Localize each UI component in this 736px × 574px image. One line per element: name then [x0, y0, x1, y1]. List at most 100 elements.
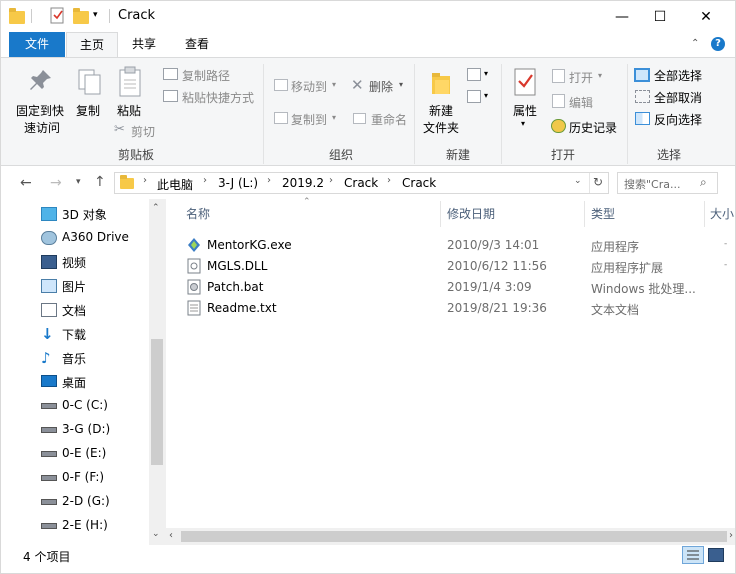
file-row[interactable]: Readme.txt 2019/8/21 19:36 文本文档: [181, 298, 721, 319]
tab-home[interactable]: 主页: [66, 32, 118, 58]
delete-button[interactable]: 删除: [369, 78, 393, 95]
open-dropdown-icon[interactable]: ▾: [598, 71, 602, 80]
scroll-right-icon[interactable]: ›: [729, 530, 733, 541]
invert-selection-button[interactable]: 反向选择: [654, 111, 702, 128]
nav-item-drive-g[interactable]: 2-D (G:): [1, 490, 149, 514]
column-header-date[interactable]: 修改日期: [447, 205, 495, 222]
help-icon[interactable]: ?: [711, 37, 725, 51]
pin-quick-access-label-2[interactable]: 速访问: [24, 119, 60, 136]
breadcrumb-chevron-icon[interactable]: ›: [203, 175, 207, 186]
column-header-type[interactable]: 类型: [591, 205, 615, 222]
breadcrumb-drive[interactable]: 3-J (L:): [218, 176, 258, 190]
maximize-button[interactable]: ☐: [637, 1, 683, 32]
nav-item-a360[interactable]: A360 Drive: [1, 226, 149, 250]
easy-access-dropdown-icon[interactable]: ▾: [484, 91, 488, 100]
file-row[interactable]: Patch.bat 2019/1/4 3:09 Windows 批处理...: [181, 277, 721, 298]
breadcrumb-chevron-icon[interactable]: ›: [267, 175, 271, 186]
search-input[interactable]: 搜索"Cra... ⌕: [617, 172, 718, 194]
nav-scrollbar-thumb[interactable]: [151, 339, 163, 465]
move-to-button[interactable]: 移动到: [291, 78, 327, 95]
nav-item-drive-e[interactable]: 0-E (E:): [1, 442, 149, 466]
select-all-icon: [634, 68, 650, 82]
column-header-name[interactable]: 名称: [186, 205, 210, 222]
cut-button[interactable]: 剪切: [131, 123, 155, 140]
column-header-size[interactable]: 大小: [710, 205, 734, 222]
properties-quick-icon[interactable]: [49, 7, 65, 25]
forward-arrow-icon[interactable]: →: [50, 175, 62, 191]
customize-quick-access-icon[interactable]: ▾: [93, 10, 98, 20]
nav-item-videos[interactable]: 视频: [1, 250, 149, 274]
copy-button[interactable]: 复制: [76, 102, 100, 119]
details-view-icon[interactable]: [682, 546, 704, 564]
nav-item-desktop[interactable]: 桌面: [1, 370, 149, 394]
column-separator[interactable]: [584, 201, 585, 227]
select-none-button[interactable]: 全部取消: [654, 89, 702, 106]
select-all-button[interactable]: 全部选择: [654, 67, 702, 84]
new-item-dropdown-icon[interactable]: ▾: [484, 69, 488, 78]
column-separator[interactable]: [440, 201, 441, 227]
nav-item-label: 文档: [62, 304, 87, 318]
properties-dropdown-icon[interactable]: ▾: [521, 119, 525, 128]
move-to-dropdown-icon[interactable]: ▾: [332, 80, 336, 89]
nav-item-3d-objects[interactable]: 3D 对象: [1, 202, 149, 226]
tab-file[interactable]: 文件: [9, 32, 65, 57]
recent-locations-icon[interactable]: ▾: [76, 177, 81, 187]
documents-icon: [41, 303, 57, 317]
new-item-icon[interactable]: [467, 68, 481, 81]
history-button[interactable]: 历史记录: [569, 119, 617, 136]
large-icons-view-icon[interactable]: [708, 548, 724, 562]
horizontal-scrollbar-thumb[interactable]: [181, 531, 727, 542]
copy-path-button[interactable]: 复制路径: [182, 67, 230, 84]
new-folder-label-2[interactable]: 文件夹: [423, 119, 459, 136]
move-to-icon: [274, 79, 288, 91]
rename-button[interactable]: 重命名: [371, 111, 407, 128]
column-separator[interactable]: [704, 201, 705, 227]
delete-dropdown-icon[interactable]: ▾: [399, 80, 403, 89]
breadcrumb-chevron-icon[interactable]: ›: [329, 175, 333, 186]
pin-quick-access-label-1[interactable]: 固定到快: [16, 102, 64, 119]
file-row[interactable]: MGLS.DLL 2010/6/12 11:56 应用程序扩展: [181, 256, 721, 277]
open-button[interactable]: 打开: [569, 69, 593, 86]
nav-item-documents[interactable]: 文档: [1, 298, 149, 322]
drive-icon: [41, 451, 57, 457]
scroll-left-icon[interactable]: ‹: [169, 530, 173, 541]
breadcrumb-folder-2019[interactable]: 2019.2: [282, 176, 324, 190]
nav-item-pictures[interactable]: 图片: [1, 274, 149, 298]
breadcrumb-this-pc[interactable]: 此电脑: [157, 176, 193, 193]
scroll-up-icon[interactable]: ⌃: [152, 203, 160, 213]
new-folder-label-1[interactable]: 新建: [429, 102, 453, 119]
copy-to-dropdown-icon[interactable]: ▾: [332, 113, 336, 122]
tab-view[interactable]: 查看: [175, 32, 219, 57]
nav-item-drive-h[interactable]: 2-E (H:): [1, 514, 149, 538]
scroll-down-icon[interactable]: ⌄: [152, 529, 160, 539]
refresh-icon[interactable]: ↻: [593, 175, 603, 189]
group-separator: [414, 64, 415, 164]
nav-item-label: A360 Drive: [62, 230, 129, 244]
back-arrow-icon[interactable]: ←: [20, 175, 32, 191]
nav-item-drive-f[interactable]: 0-F (F:): [1, 466, 149, 490]
address-dropdown-icon[interactable]: ⌄: [574, 176, 582, 186]
properties-button[interactable]: 属性: [513, 102, 537, 119]
edit-button[interactable]: 编辑: [569, 94, 593, 111]
search-icon[interactable]: ⌕: [700, 175, 707, 190]
breadcrumb-crack-current[interactable]: Crack: [402, 176, 436, 190]
nav-item-drive-d[interactable]: 3-G (D:): [1, 418, 149, 442]
up-arrow-icon[interactable]: ↑: [94, 174, 106, 190]
tab-share[interactable]: 共享: [123, 32, 165, 57]
close-button[interactable]: ✕: [683, 1, 729, 32]
easy-access-icon[interactable]: [467, 90, 481, 103]
collapse-ribbon-icon[interactable]: ⌃: [691, 38, 699, 49]
breadcrumb-crack-parent[interactable]: Crack: [344, 176, 378, 190]
copy-to-button[interactable]: 复制到: [291, 111, 327, 128]
breadcrumb-chevron-icon[interactable]: ›: [387, 175, 391, 186]
file-row[interactable]: MentorKG.exe 2010/9/3 14:01 应用程序: [181, 235, 721, 256]
nav-item-downloads[interactable]: ↓ 下载: [1, 322, 149, 346]
paste-button[interactable]: 粘贴: [117, 102, 141, 119]
breadcrumb-chevron-icon[interactable]: ›: [143, 175, 147, 186]
address-divider: [589, 173, 590, 193]
paste-shortcut-button[interactable]: 粘贴快捷方式: [182, 89, 254, 106]
address-bar[interactable]: › 此电脑 › 3-J (L:) › 2019.2 › Crack › Crac…: [114, 172, 609, 194]
nav-item-music[interactable]: ♪ 音乐: [1, 346, 149, 370]
new-folder-quick-icon[interactable]: [73, 7, 89, 25]
nav-item-drive-c[interactable]: 0-C (C:): [1, 394, 149, 418]
